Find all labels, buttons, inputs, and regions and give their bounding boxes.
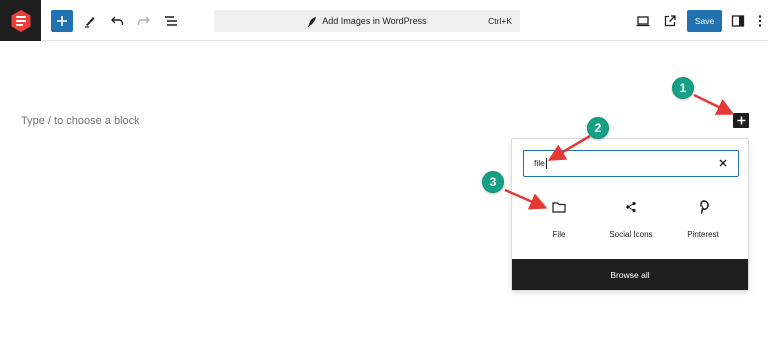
result-icon-wrap (524, 200, 594, 214)
command-shortcut: Ctrl+K (488, 16, 512, 26)
annotation-badge-1: 1 (672, 77, 694, 99)
redo-icon (137, 16, 150, 25)
browse-all-button[interactable]: Browse all (512, 259, 748, 290)
block-result-social-icons[interactable]: Social Icons (596, 197, 666, 247)
search-clear-button[interactable] (717, 157, 729, 169)
block-result-pinterest[interactable]: Pinterest (668, 197, 738, 247)
save-button[interactable]: Save (687, 10, 722, 32)
settings-toggle[interactable] (727, 10, 749, 32)
undo-icon (111, 16, 124, 25)
editor-toolbar: Add Images in WordPress Ctrl+K Save (0, 0, 768, 41)
list-view-button[interactable] (160, 10, 182, 32)
folder-icon (552, 202, 566, 213)
tools-button[interactable] (79, 10, 101, 32)
view-post-button[interactable] (659, 10, 681, 32)
redo-button[interactable] (133, 10, 155, 32)
annotation-badge-2: 2 (587, 117, 609, 139)
pencil-icon (85, 17, 95, 28)
annotation-arrow-1 (693, 93, 735, 115)
more-vertical-icon (758, 15, 762, 27)
annotation-badge-3: 3 (482, 171, 504, 193)
result-icon-wrap (668, 200, 738, 214)
sidebar-toggle-icon (731, 15, 745, 27)
search-input-value: file (534, 158, 545, 168)
pinterest-icon (699, 200, 709, 214)
options-menu-button[interactable] (753, 10, 767, 32)
command-palette-bar[interactable]: Add Images in WordPress Ctrl+K (214, 10, 520, 32)
list-view-icon (165, 16, 177, 26)
plus-icon (57, 16, 67, 26)
site-logo-icon (11, 9, 30, 32)
feather-icon (307, 16, 317, 27)
result-label: File (552, 230, 566, 239)
result-icon-wrap (596, 200, 666, 214)
result-label: Social Icons (609, 230, 653, 239)
desktop-icon (636, 16, 650, 27)
text-caret (545, 158, 547, 170)
block-inserter-toggle[interactable] (51, 10, 73, 32)
document-title-text: Add Images in WordPress (322, 16, 427, 26)
close-icon (719, 159, 727, 167)
result-label: Pinterest (687, 230, 719, 239)
search-input-value-wrap: file (534, 151, 547, 175)
document-title: Add Images in WordPress (214, 10, 520, 32)
preview-button[interactable] (632, 10, 654, 32)
inline-block-inserter[interactable] (733, 113, 749, 128)
block-inserter-popover: file File Social Icons Pinterest Browse … (511, 138, 749, 291)
site-logo[interactable] (0, 0, 41, 41)
external-link-icon (664, 15, 676, 27)
block-search-input[interactable]: file (523, 150, 739, 177)
block-result-file[interactable]: File (524, 197, 594, 247)
share-icon (626, 201, 636, 213)
block-placeholder[interactable]: Type / to choose a block (21, 115, 140, 127)
undo-button[interactable] (106, 10, 128, 32)
plus-icon (737, 116, 745, 125)
